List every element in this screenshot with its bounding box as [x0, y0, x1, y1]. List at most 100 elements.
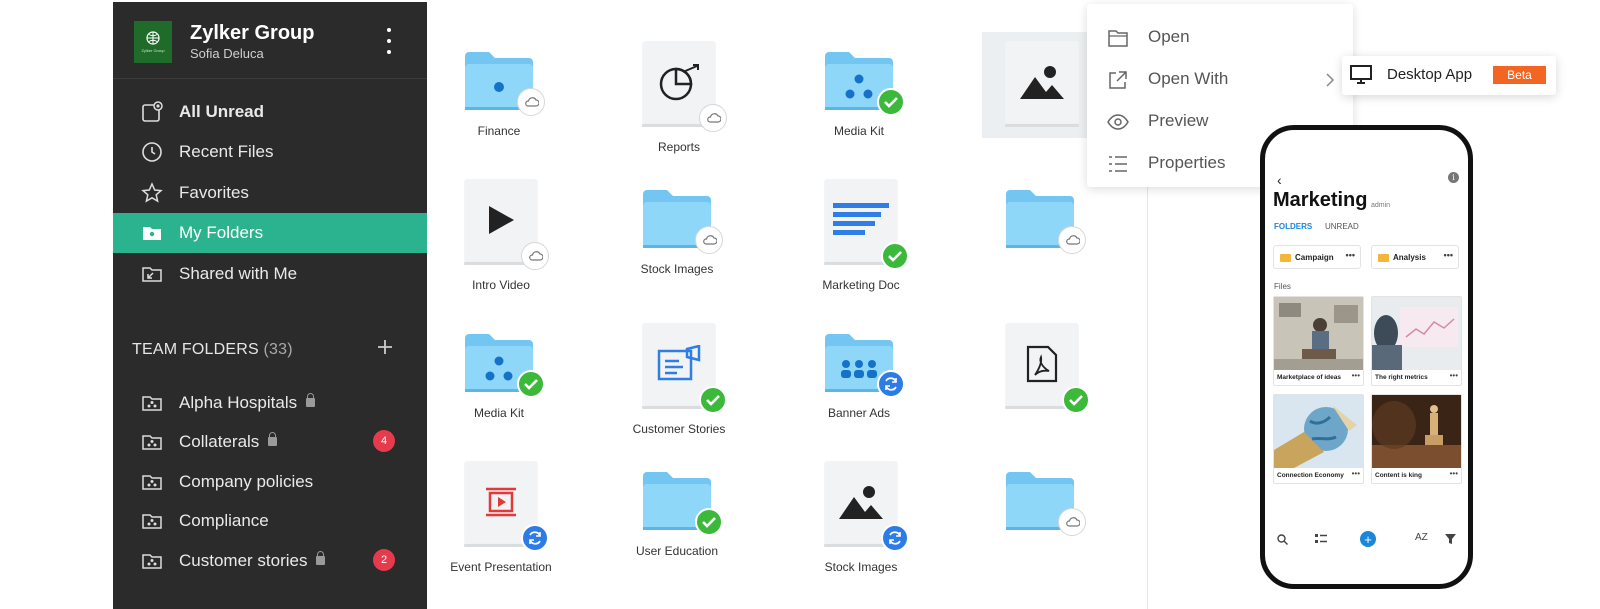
menu-label: Open — [1148, 27, 1190, 46]
file-tile[interactable] — [1004, 178, 1114, 308]
file-card[interactable]: The right metrics ••• — [1371, 296, 1462, 386]
team-folder-item[interactable]: Company policies — [113, 464, 427, 500]
add-button[interactable]: + — [1360, 531, 1376, 547]
file-tile[interactable]: Intro Video — [463, 178, 573, 308]
team-folder-label: Company policies — [179, 472, 314, 491]
back-icon[interactable]: ‹ — [1277, 172, 1282, 188]
nav-favorites[interactable]: Favorites — [113, 173, 427, 213]
file-label: Event Presentation — [450, 560, 552, 574]
thumbnail-image — [1372, 395, 1461, 468]
file-tile[interactable]: Marketing Doc — [822, 178, 933, 308]
search-icon[interactable] — [1277, 534, 1288, 545]
file-tile[interactable]: Banner Ads — [823, 322, 933, 452]
file-tile[interactable] — [1004, 460, 1114, 590]
team-folder-item[interactable]: Collaterals 4 — [113, 424, 427, 460]
more-icon[interactable]: ••• — [1352, 469, 1360, 478]
card-caption: The right metrics — [1375, 374, 1428, 381]
team-folder-item[interactable]: Alpha Hospitals — [113, 385, 427, 421]
tab-folders[interactable]: FOLDERS — [1274, 222, 1312, 231]
file-tile[interactable]: Stock Images — [641, 178, 751, 308]
file-tile[interactable]: Event Presentation — [450, 460, 573, 590]
menu-open[interactable]: Open — [1087, 17, 1353, 57]
cloud-icon — [695, 226, 723, 254]
file-card[interactable]: Content is king ••• — [1371, 394, 1462, 484]
image-icon — [839, 486, 883, 519]
submenu-desktop-app[interactable]: Desktop App Beta — [1342, 56, 1556, 95]
file-label: Stock Images — [640, 262, 714, 276]
folder-chip-analysis[interactable]: Analysis ••• — [1371, 245, 1459, 269]
user-name: Sofia Deluca — [190, 46, 264, 61]
file-label: Marketing Doc — [822, 278, 900, 292]
people-icon — [841, 360, 877, 378]
file-tile[interactable]: Finance — [463, 40, 573, 170]
file-tile[interactable] — [1004, 322, 1114, 452]
more-icon[interactable]: ••• — [1352, 371, 1360, 380]
file-tile[interactable]: Stock Images — [823, 460, 933, 590]
clock-icon — [142, 142, 162, 162]
more-icon[interactable]: ••• — [1346, 250, 1355, 260]
file-tile[interactable]: Media Kit — [463, 322, 573, 452]
sync-icon — [521, 524, 549, 552]
kebab-menu-icon[interactable] — [384, 28, 394, 54]
desktop-app-label: Desktop App — [1387, 66, 1473, 83]
file-label: Stock Images — [824, 560, 898, 574]
file-card[interactable]: Marketplace of ideas ••• — [1273, 296, 1364, 386]
filter-icon[interactable] — [1445, 534, 1456, 545]
menu-label: Properties — [1148, 153, 1226, 172]
shared-folder-icon — [142, 267, 162, 282]
external-link-icon — [1109, 71, 1127, 89]
more-icon[interactable]: ••• — [1450, 371, 1458, 380]
team-folder-icon — [142, 554, 162, 569]
nav-label: All Unread — [179, 102, 265, 121]
tab-unread[interactable]: UNREAD — [1325, 222, 1359, 231]
more-icon[interactable]: ••• — [1444, 250, 1453, 260]
menu-open-with[interactable]: Open With — [1087, 59, 1353, 99]
team-folder-item[interactable]: Compliance — [113, 503, 427, 539]
file-tile[interactable]: Media Kit — [823, 40, 933, 170]
nav-my-folders[interactable]: My Folders — [113, 213, 427, 253]
folder-icon — [1378, 254, 1389, 262]
team-folder-label: Alpha Hospitals — [179, 393, 316, 413]
file-tile[interactable]: Reports — [641, 40, 751, 170]
star-icon — [141, 182, 163, 203]
chip-label: Analysis — [1393, 253, 1426, 262]
synced-check-icon — [517, 370, 545, 398]
info-icon[interactable]: i — [1448, 172, 1459, 183]
phone-title: Marketing — [1273, 189, 1368, 211]
cloud-icon — [517, 88, 545, 116]
thumbnail-image — [1274, 297, 1363, 370]
folder-user-icon — [143, 227, 161, 240]
slideshow-icon — [486, 487, 516, 517]
nav-label: Shared with Me — [179, 264, 298, 283]
nav-recent-files[interactable]: Recent Files — [113, 132, 427, 172]
nav-all-unread[interactable]: All Unread — [113, 92, 427, 132]
file-label: Banner Ads — [827, 406, 891, 420]
org-header[interactable]: Zylker Group Zylker Group Sofia Deluca — [113, 2, 427, 79]
folder-chip-campaign[interactable]: Campaign ••• — [1273, 245, 1361, 269]
thumbnail-image — [1372, 297, 1461, 370]
list-view-icon[interactable] — [1315, 534, 1327, 545]
folder-icon — [1280, 254, 1291, 262]
beta-badge: Beta — [1493, 66, 1546, 84]
team-folder-label: Compliance — [179, 511, 269, 530]
add-team-folder-icon[interactable] — [376, 338, 394, 356]
file-tile[interactable]: User Education — [636, 460, 751, 590]
lock-icon — [306, 393, 316, 407]
synced-check-icon — [695, 508, 723, 536]
file-tile[interactable]: Customer Stories — [633, 322, 751, 452]
more-icon[interactable]: ••• — [1450, 469, 1458, 478]
image-icon — [1020, 66, 1064, 99]
sort-icon[interactable]: AZ — [1415, 532, 1428, 543]
pie-chart-icon — [659, 64, 699, 101]
nav-label: Recent Files — [179, 142, 274, 161]
unread-count-badge: 4 — [373, 430, 395, 452]
file-label: Finance — [477, 124, 521, 138]
nav-label: My Folders — [179, 223, 264, 242]
nav-shared-with-me[interactable]: Shared with Me — [113, 254, 427, 294]
lock-icon — [268, 432, 278, 446]
pdf-icon — [1026, 345, 1058, 383]
file-card[interactable]: Connection Economy ••• — [1273, 394, 1364, 484]
list-icon — [1109, 156, 1127, 172]
card-caption: Connection Economy — [1277, 472, 1344, 479]
team-folder-item[interactable]: Customer stories 2 — [113, 543, 427, 579]
